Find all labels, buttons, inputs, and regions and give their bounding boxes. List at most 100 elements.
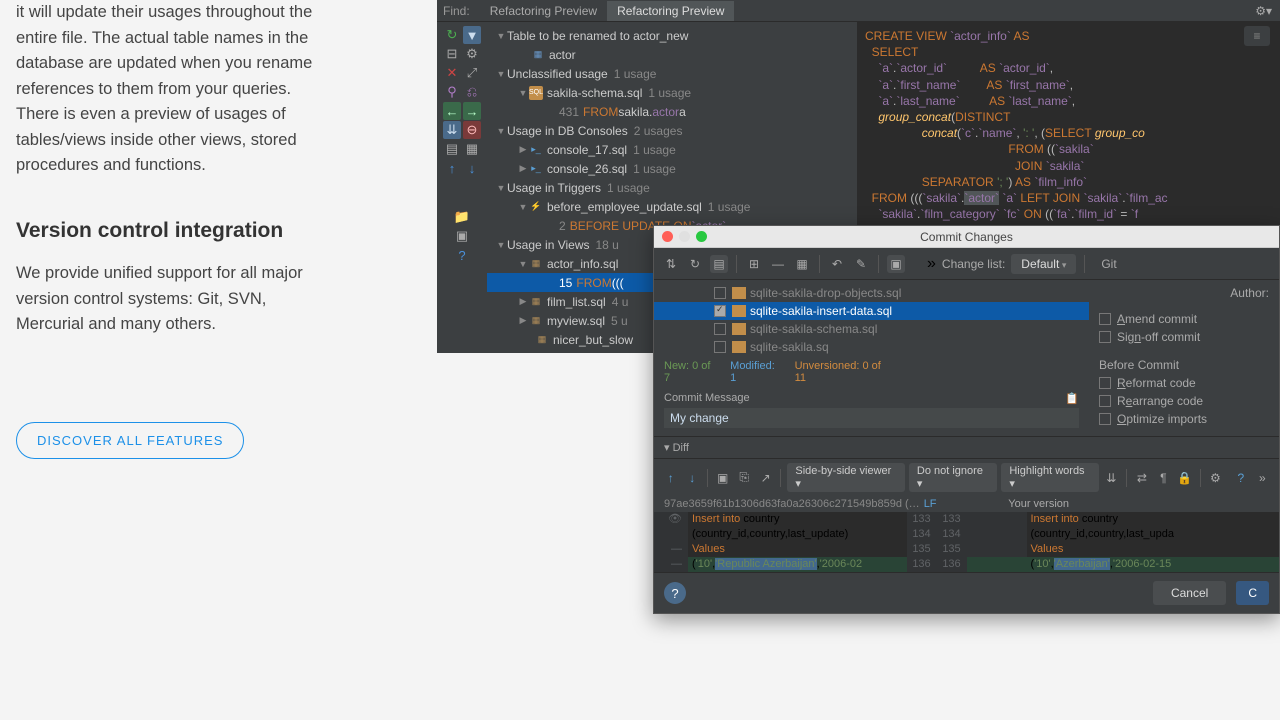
edit-icon[interactable]: ✎ [852,255,870,273]
commit-file-tree[interactable]: sqlite-sakila-drop-objects.sql sqlite-sa… [654,280,1089,436]
tree-views[interactable]: Usage in Views [507,238,590,252]
chevron-down-icon[interactable] [495,240,507,250]
checkbox[interactable] [714,323,726,335]
chevron-down-icon[interactable] [495,69,507,79]
line-ending[interactable]: LF [924,498,937,510]
tab-refactoring-preview-2[interactable]: Refactoring Preview [607,1,734,21]
filter-icon[interactable]: ▼ [463,26,481,44]
help-icon[interactable]: ? [1232,469,1249,487]
changelist-dropdown[interactable]: Default [1011,254,1076,274]
expand-all-icon[interactable]: ⊞ [745,255,763,273]
commit-message-input[interactable]: My change [664,408,1079,428]
checkbox[interactable] [714,341,726,353]
tree-film-list[interactable]: film_list.sql [547,295,606,309]
forward-icon[interactable]: → [463,102,481,120]
gear-icon[interactable]: ⚙▾ [1255,4,1272,18]
viewer-mode-dropdown[interactable]: Side-by-side viewer ▾ [787,463,905,492]
chevron-down-icon[interactable] [495,31,507,41]
tree-actor-info[interactable]: actor_info.sql [547,257,618,271]
tree-sakila-schema[interactable]: sakila-schema.sql [547,86,642,100]
help-icon[interactable]: ? [453,246,471,264]
whitespace-dropdown[interactable]: Do not ignore ▾ [909,463,997,492]
copy-icon[interactable]: ⎘ [735,469,752,487]
help-button[interactable]: ? [664,582,686,604]
folder-icon[interactable]: 📁 [453,208,471,226]
whitespace-icon[interactable]: ¶ [1155,469,1172,487]
chevron-right-icon[interactable] [517,296,529,307]
export-icon[interactable]: ▤ [443,140,461,158]
discover-all-features-button[interactable]: DISCOVER ALL FEATURES [16,422,244,459]
commit-file[interactable]: sqlite-sakila-drop-objects.sql [750,286,901,300]
back-icon[interactable]: ← [443,102,461,120]
chevron-right-icon[interactable] [517,315,529,326]
history-icon[interactable]: 📋 [1065,392,1079,405]
line-number: 15 [559,276,572,290]
group-icon[interactable]: ⎌ [463,83,481,101]
edit-source-icon[interactable]: ↗ [757,469,774,487]
highlight-dropdown[interactable]: Highlight words ▾ [1001,463,1098,492]
cancel-icon[interactable]: ✕ [443,64,461,82]
tree-console-26[interactable]: console_26.sql [547,162,627,176]
collapse-unchanged-icon[interactable]: ⇊ [1103,469,1120,487]
collapse-all-icon[interactable]: — [769,255,787,273]
tree-db-consoles[interactable]: Usage in DB Consoles [507,124,628,138]
pin-icon[interactable]: ⚲ [443,83,461,101]
todo-icon[interactable]: ▣ [453,227,471,245]
chevron-right-icon[interactable] [517,144,529,155]
chevron-down-icon[interactable] [517,88,529,98]
chevron-down-icon[interactable] [517,259,529,269]
diff-header[interactable]: ▾ Diff [654,436,1279,458]
prev-diff-icon[interactable]: ↑ [662,469,679,487]
checkbox[interactable] [1099,313,1111,325]
checkbox-checked[interactable] [714,305,726,317]
preview-settings-icon[interactable]: ≡ [1244,26,1270,46]
open-icon[interactable]: ▣ [714,469,731,487]
tree-unclassified[interactable]: Unclassified usage [507,67,608,81]
tree-icon[interactable]: ▦ [793,255,811,273]
up-arrow-icon[interactable]: ↑ [443,159,461,177]
remove-icon[interactable]: ⊖ [463,121,481,139]
commit-button[interactable]: C [1236,581,1269,605]
chevron-right-icon[interactable] [517,163,529,174]
chevron-down-icon[interactable] [517,202,529,212]
checkbox[interactable] [1099,331,1111,343]
checkbox[interactable] [1099,395,1111,407]
more-icon[interactable]: » [1254,469,1271,487]
tab-refactoring-preview-1[interactable]: Refactoring Preview [480,1,607,21]
group-icon[interactable]: ▤ [710,255,728,273]
commit-file[interactable]: sqlite-sakila-schema.sql [750,322,877,336]
preview-icon[interactable]: ▦ [463,140,481,158]
cancel-button[interactable]: Cancel [1153,581,1226,605]
sync-scroll-icon[interactable]: ⇄ [1133,469,1150,487]
rerun-icon[interactable]: ↻ [443,26,461,44]
tree-myview[interactable]: myview.sql [547,314,605,328]
checkbox[interactable] [1099,377,1111,389]
commit-file[interactable]: sqlite-sakila.sq [750,340,829,354]
expand-icon[interactable]: ⤢ [463,64,481,82]
close-icon[interactable]: ⊟ [443,45,461,63]
lock-icon[interactable]: 🔒 [1176,469,1193,487]
revert-icon[interactable]: ↶ [828,255,846,273]
module-icon[interactable]: ▣ [887,255,905,273]
chevron-down-icon[interactable] [495,183,507,193]
gear-icon[interactable]: ⚙ [1207,469,1224,487]
tree-nicer-but-slow[interactable]: nicer_but_slow [553,333,633,347]
commit-file-selected[interactable]: sqlite-sakila-insert-data.sql [750,304,892,318]
show-diff-icon[interactable]: ⇅ [662,255,680,273]
usage-count: 1 usage [607,181,650,195]
down-arrow-icon[interactable]: ↓ [463,159,481,177]
tree-console-17[interactable]: console_17.sql [547,143,627,157]
checkbox[interactable] [714,287,726,299]
next-diff-icon[interactable]: ↓ [683,469,700,487]
tree-triggers[interactable]: Usage in Triggers [507,181,601,195]
tree-item-actor[interactable]: actor [549,48,576,62]
checkbox[interactable] [1099,413,1111,425]
settings-icon[interactable]: ⚙ [463,45,481,63]
refresh-icon[interactable]: ↻ [686,255,704,273]
tree-root[interactable]: Table to be renamed to actor_new [507,29,688,43]
collapse-icon[interactable]: ⇊ [443,121,461,139]
tree-before-employee[interactable]: before_employee_update.sql [547,200,702,214]
chevron-down-icon[interactable] [495,126,507,136]
dialog-titlebar[interactable]: Commit Changes [654,226,1279,248]
diff-viewer[interactable]: 👁Insert into country (country_id,country… [654,512,1279,572]
